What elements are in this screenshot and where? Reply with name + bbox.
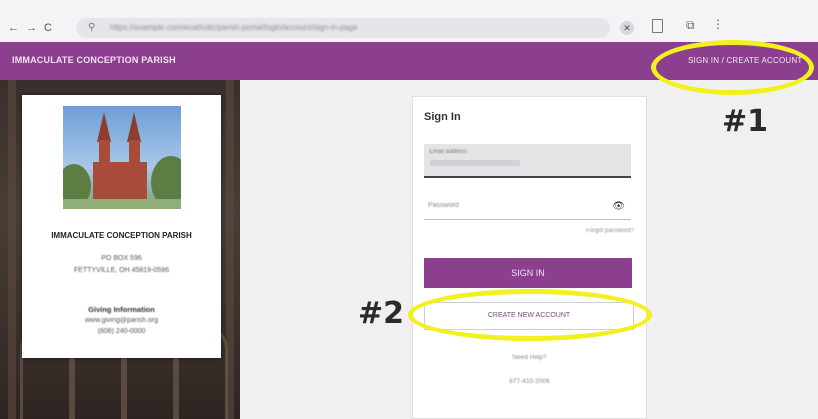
close-icon[interactable]: ✕	[620, 21, 634, 35]
extensions-icon[interactable]: ⧉	[686, 18, 695, 33]
annotation-label-1: #1	[722, 104, 769, 139]
url-text: https://example.com/ecatholic/parish-por…	[110, 23, 358, 32]
annotation-label-2: #2	[358, 296, 405, 331]
site-title[interactable]: IMMACULATE CONCEPTION PARISH	[12, 55, 176, 65]
sign-in-panel: Sign In Email address Password 👁 Forgot …	[412, 96, 647, 419]
email-field-value	[430, 160, 520, 166]
email-field-label: Email address	[429, 149, 468, 155]
reload-icon[interactable]: C	[44, 22, 52, 34]
forward-icon[interactable]: →	[26, 22, 37, 34]
site-info-icon[interactable]: ⚲	[88, 22, 95, 33]
sign-in-button[interactable]: SIGN IN	[424, 258, 632, 288]
parish-name: IMMACULATE CONCEPTION PARISH	[51, 231, 192, 240]
highlight-ring-1	[651, 40, 814, 95]
need-help-link[interactable]: Need Help?	[413, 354, 646, 361]
address-bar[interactable]: ⚲ https://example.com/ecatholic/parish-p…	[76, 18, 610, 38]
help-phone: 877-410-2006	[509, 378, 550, 385]
parish-address-line1: PO BOX 596	[101, 255, 142, 262]
password-field-label: Password	[428, 202, 459, 209]
back-icon[interactable]: ←	[8, 22, 19, 34]
show-password-icon[interactable]: 👁	[612, 201, 625, 212]
church-photo	[63, 106, 181, 209]
giving-phone: (608) 240-0000	[97, 328, 146, 335]
sign-in-title: Sign In	[424, 111, 461, 123]
forgot-password-link[interactable]: Forgot password?	[586, 228, 634, 234]
giving-email[interactable]: www.giving@parish.org	[22, 317, 221, 324]
highlight-ring-2	[408, 289, 652, 341]
menu-icon[interactable]: ⋮	[712, 17, 725, 31]
giving-info-title: Giving Information	[88, 305, 155, 314]
parish-address-line2: FETTYVILLE, OH 45819-0596	[74, 267, 169, 274]
password-field[interactable]: Password 👁	[424, 197, 631, 220]
bookmark-icon[interactable]	[652, 19, 663, 33]
email-field[interactable]: Email address	[424, 144, 631, 178]
browser-toolbar: ← → C ⚲ https://example.com/ecatholic/pa…	[0, 0, 818, 42]
parish-info-card: IMMACULATE CONCEPTION PARISH PO BOX 596 …	[22, 95, 221, 358]
